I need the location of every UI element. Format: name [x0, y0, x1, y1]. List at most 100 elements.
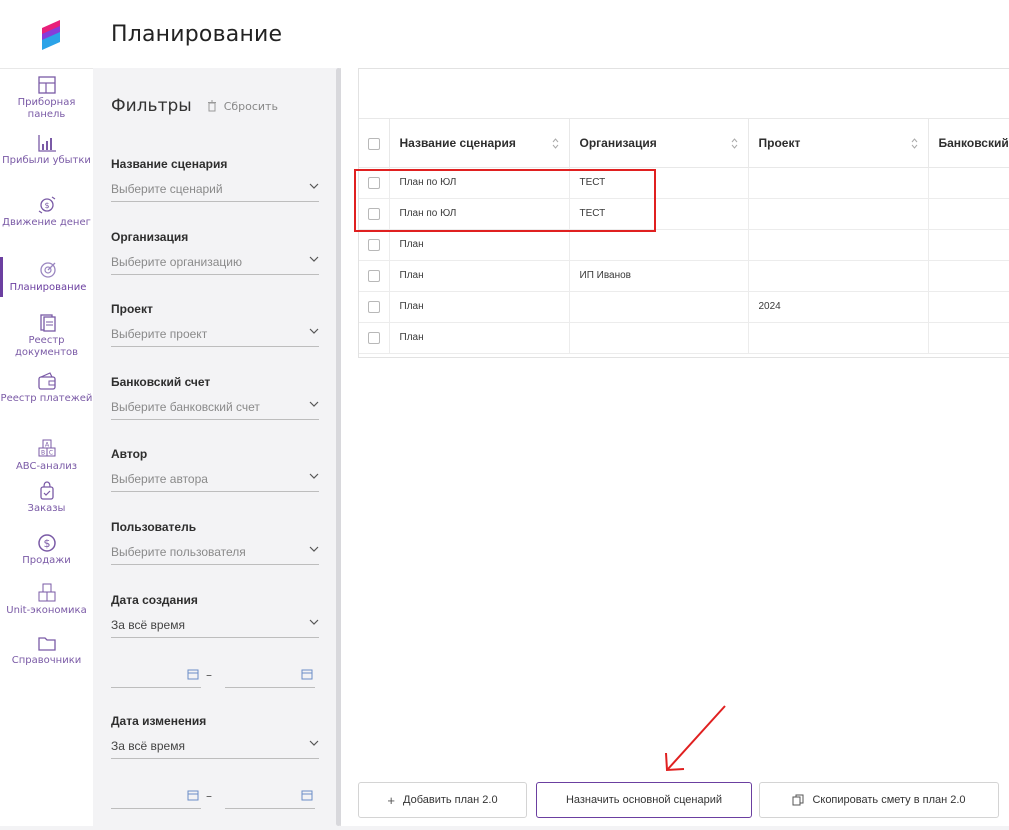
bar-chart-icon — [37, 135, 56, 152]
select-all-checkbox[interactable] — [367, 137, 380, 150]
cell-scenario: План — [389, 322, 570, 354]
annotation-arrow — [665, 705, 726, 772]
filter-label: Дата изменения — [111, 714, 207, 728]
cell-scenario: План по ЮЛ — [389, 167, 570, 199]
cell-bank — [928, 198, 1009, 230]
svg-text:$: $ — [43, 537, 50, 550]
shopping-bag-icon — [39, 481, 54, 500]
filter-label: Пользователь — [111, 520, 197, 534]
app-logo[interactable] — [36, 20, 66, 50]
select-placeholder: Выберите банковский счет — [111, 400, 260, 414]
column-header-scenario[interactable]: Название сценария — [389, 119, 570, 168]
row-checkbox[interactable] — [367, 300, 380, 313]
filters-panel: Фильтры Сбросить Название сценария Выбер… — [93, 68, 341, 830]
select-placeholder: Выберите пользователя — [111, 545, 246, 559]
svg-text:C: C — [48, 450, 52, 457]
nav-item-sales[interactable]: $ Продажи — [0, 533, 93, 567]
user-select[interactable]: Выберите пользователя — [111, 541, 319, 565]
cell-project — [748, 198, 929, 230]
table-row[interactable]: План — [359, 322, 1009, 354]
row-checkbox[interactable] — [367, 238, 380, 251]
copy-estimate-button[interactable]: Скопировать смету в план 2.0 — [759, 782, 999, 818]
reset-filters-button[interactable]: Сбросить — [206, 100, 278, 113]
calendar-icon — [301, 669, 313, 680]
created-date-range: – — [111, 666, 319, 688]
sort-icon[interactable] — [552, 138, 559, 149]
nav-item-references[interactable]: Справочники — [0, 633, 93, 667]
range-dash: – — [206, 668, 212, 682]
nav-item-profit-loss[interactable]: Прибыли убытки — [0, 133, 93, 167]
column-title: Проект — [758, 135, 801, 150]
plus-icon: + — [387, 792, 395, 808]
modified-date-to[interactable] — [225, 787, 315, 809]
row-checkbox[interactable] — [367, 331, 380, 344]
filter-user: Пользователь Выберите пользователя — [111, 520, 319, 565]
dollar-circle-icon: $ — [37, 534, 56, 552]
filters-scrollbar[interactable] — [336, 68, 341, 826]
cell-scenario: План — [389, 229, 570, 261]
scenario-select[interactable]: Выберите сценарий — [111, 178, 319, 202]
sort-icon[interactable] — [731, 138, 738, 149]
column-header-project[interactable]: Проект — [748, 119, 929, 168]
bank-account-select[interactable]: Выберите банковский счет — [111, 396, 319, 420]
table-row[interactable]: План — [359, 229, 1009, 261]
left-nav: Приборная панель Прибыли убытки $ Движен… — [0, 68, 93, 830]
nav-item-documents[interactable]: Реестр документов — [0, 313, 93, 359]
cell-project — [748, 229, 929, 261]
cell-project — [748, 260, 929, 292]
table-toolbar — [359, 69, 1009, 119]
row-select-cell — [359, 291, 390, 323]
modified-date-range: – — [111, 787, 319, 809]
chevron-down-icon — [309, 740, 319, 746]
author-select[interactable]: Выберите автора — [111, 468, 319, 492]
nav-item-orders[interactable]: Заказы — [0, 481, 93, 515]
nav-label: Справочники — [11, 655, 82, 666]
table-row[interactable]: План по ЮЛ ТЕСТ — [359, 167, 1009, 199]
nav-item-unit-economics[interactable]: Unit-экономика — [0, 583, 93, 617]
folder-icon — [37, 637, 56, 651]
row-select-cell — [359, 322, 390, 354]
nav-label: Реестр документов — [14, 335, 79, 358]
row-checkbox[interactable] — [367, 207, 380, 220]
copy-icon — [792, 794, 804, 806]
filter-bank-account: Банковский счет Выберите банковский счет — [111, 375, 319, 420]
documents-icon — [39, 314, 56, 332]
created-period-select[interactable]: За всё время — [111, 614, 319, 638]
created-date-to[interactable] — [225, 666, 315, 688]
row-checkbox[interactable] — [367, 269, 380, 282]
cell-bank — [928, 260, 1009, 292]
nav-label: ABC-анализ — [15, 461, 78, 472]
row-checkbox[interactable] — [367, 176, 380, 189]
created-date-from[interactable] — [111, 666, 201, 688]
nav-item-payments[interactable]: Реестр платежей — [0, 371, 93, 405]
add-plan-label: Добавить план 2.0 — [403, 794, 498, 806]
table-row[interactable]: План 2024 — [359, 291, 1009, 323]
filter-author: Автор Выберите автора — [111, 447, 319, 492]
nav-item-abc-analysis[interactable]: ABC ABC-анализ — [0, 439, 93, 473]
cell-bank — [928, 229, 1009, 261]
modified-period-select[interactable]: За всё время — [111, 735, 319, 759]
table-header-row: Название сценария Организация Проект Бан… — [359, 119, 1009, 168]
reset-label: Сбросить — [223, 99, 278, 113]
nav-item-planning[interactable]: Планирование — [0, 257, 93, 297]
nav-item-cash-flow[interactable]: $ Движение денег — [0, 195, 93, 229]
column-header-bank[interactable]: Банковский — [928, 119, 1009, 168]
calendar-icon — [187, 669, 199, 680]
column-header-organization[interactable]: Организация — [569, 119, 749, 168]
table-row[interactable]: План ИП Иванов — [359, 260, 1009, 292]
cell-project: 2024 — [748, 291, 929, 323]
abc-grid-icon: AB C — [38, 439, 55, 457]
add-plan-button[interactable]: + Добавить план 2.0 — [358, 782, 527, 818]
modified-date-from[interactable] — [111, 787, 201, 809]
column-title: Название сценария — [399, 135, 516, 150]
cell-bank — [928, 291, 1009, 323]
set-main-scenario-button[interactable]: Назначить основной сценарий — [536, 782, 752, 818]
nav-item-dashboard[interactable]: Приборная панель — [0, 75, 93, 121]
organization-select[interactable]: Выберите организацию — [111, 251, 319, 275]
svg-text:$: $ — [44, 201, 49, 210]
sort-icon[interactable] — [911, 138, 918, 149]
project-select[interactable]: Выберите проект — [111, 323, 319, 347]
filter-label: Автор — [111, 447, 148, 461]
nav-label: Реестр платежей — [0, 393, 93, 404]
table-row[interactable]: План по ЮЛ ТЕСТ — [359, 198, 1009, 230]
